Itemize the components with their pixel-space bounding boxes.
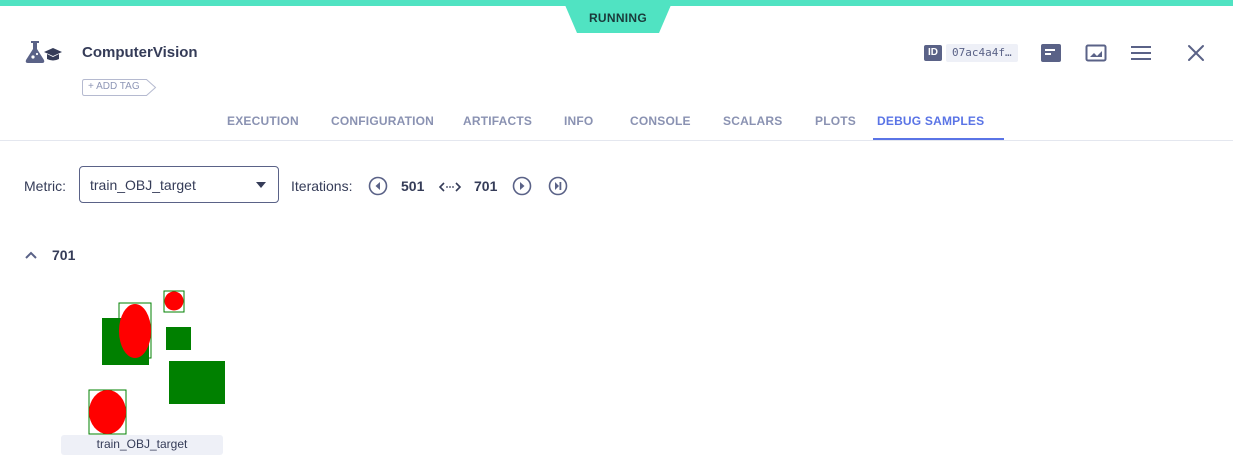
tab-configuration[interactable]: CONFIGURATION xyxy=(331,114,434,128)
debug-sample-image[interactable] xyxy=(85,288,230,435)
task-id[interactable]: ID 07ac4a4f… xyxy=(924,44,1018,62)
sample-caption: train_OBJ_target xyxy=(61,435,223,455)
chevron-left-circle-icon xyxy=(368,176,388,196)
tab-console[interactable]: CONSOLE xyxy=(630,114,691,128)
skip-to-end-icon xyxy=(548,176,568,196)
chevron-up-icon[interactable] xyxy=(24,247,38,259)
tab-execution[interactable]: EXECUTION xyxy=(227,114,299,128)
tab-scalars[interactable]: SCALARS xyxy=(723,114,782,128)
last-iteration-button[interactable] xyxy=(548,176,568,196)
previous-iteration-button[interactable] xyxy=(368,176,388,196)
status-label: RUNNING xyxy=(588,11,648,25)
plus-icon: + xyxy=(88,81,97,92)
tab-debug-samples[interactable]: DEBUG SAMPLES xyxy=(877,114,984,128)
tab-plots[interactable]: PLOTS xyxy=(815,114,856,128)
active-tab-indicator xyxy=(873,138,1004,140)
project-icon xyxy=(22,38,64,68)
metric-label: Metric: xyxy=(24,178,66,194)
tab-bar: EXECUTION CONFIGURATION ARTIFACTS INFO C… xyxy=(0,104,1233,141)
tab-artifacts[interactable]: ARTIFACTS xyxy=(463,114,532,128)
id-badge: ID xyxy=(924,45,942,61)
iteration-group-title: 701 xyxy=(52,247,76,263)
project-title: ComputerVision xyxy=(82,44,198,61)
metric-select[interactable]: train_OBJ_target xyxy=(79,166,279,203)
iteration-start: 501 xyxy=(401,178,425,194)
chevron-right-circle-icon xyxy=(512,176,532,196)
range-arrow-icon xyxy=(438,180,462,192)
add-tag-label: ADD TAG xyxy=(96,81,140,92)
tab-info[interactable]: INFO xyxy=(564,114,593,128)
id-value: 07ac4a4f… xyxy=(946,44,1018,62)
metric-select-value: train_OBJ_target xyxy=(90,177,196,193)
next-iteration-button[interactable] xyxy=(512,176,532,196)
info-panel-icon[interactable] xyxy=(1039,41,1063,65)
close-icon[interactable] xyxy=(1184,41,1208,65)
caret-down-icon xyxy=(256,182,266,188)
status-badge: RUNNING xyxy=(565,5,671,33)
iteration-end: 701 xyxy=(474,178,498,194)
iterations-label: Iterations: xyxy=(291,178,353,194)
menu-icon[interactable] xyxy=(1129,41,1153,65)
chart-panel-icon[interactable] xyxy=(1084,41,1108,65)
